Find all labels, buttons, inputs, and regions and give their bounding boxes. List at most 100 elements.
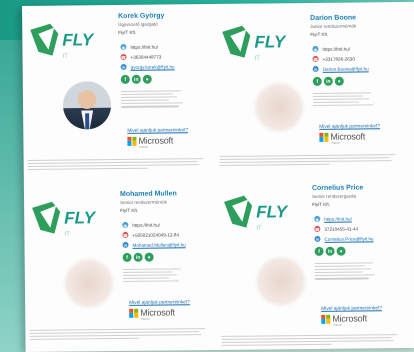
- facebook-icon[interactable]: f: [314, 246, 324, 256]
- microsoft-partner-logo: Microsoft Partner: [321, 313, 367, 327]
- website-icon[interactable]: ●: [336, 246, 346, 256]
- website-icon[interactable]: ●: [144, 252, 154, 262]
- phone-number[interactable]: +3317836-2630: [323, 56, 355, 61]
- svg-text:FLY: FLY: [64, 208, 97, 227]
- partners-link[interactable]: Mivel ajánljuk partnereinket?: [127, 128, 188, 134]
- address-block: [312, 90, 393, 108]
- microsoft-logo-icon: [319, 132, 329, 142]
- social-icons: f in ●: [120, 74, 152, 84]
- person-name: Mohamed Mullen: [119, 190, 177, 198]
- mail-icon: ✉: [312, 65, 319, 72]
- avatar: [62, 81, 112, 130]
- person-role: Ügyvezető igazgató: [118, 21, 158, 27]
- disclaimer-text: [221, 332, 403, 348]
- address-block: [120, 88, 201, 109]
- globe-icon: ◉: [314, 215, 321, 222]
- svg-text:IT: IT: [255, 56, 261, 62]
- phone-row: ☎ +505021024049-12-84: [122, 230, 179, 239]
- website-link[interactable]: https://fnit.hu/: [322, 46, 350, 51]
- email-link[interactable]: Cornelius.Price@flyit.hu: [324, 236, 373, 242]
- microsoft-logo-icon: [321, 314, 331, 324]
- avatar: [254, 83, 304, 132]
- phone-row: ☎ 37210455-41-44: [314, 224, 358, 232]
- svg-text:IT: IT: [64, 232, 70, 238]
- disclaimer-text: [29, 326, 211, 342]
- email-link[interactable]: Darion.Boone@flyit.hu: [323, 66, 369, 71]
- avatar: [256, 257, 306, 306]
- facebook-icon[interactable]: f: [312, 76, 322, 86]
- disclaimer-text: [27, 156, 210, 172]
- linkedin-icon[interactable]: in: [323, 76, 333, 86]
- avatar: [64, 259, 114, 308]
- phone-icon: ☎: [120, 53, 127, 60]
- signature-card-mullen: FLY IT Mohamed Mullen Senior rendszermér…: [24, 182, 212, 349]
- email-row: ✉ gyorgy.korek@flyit.hu: [120, 62, 175, 71]
- email-link[interactable]: Mohamed.Mullen@flyit.hu: [132, 242, 185, 248]
- website-row: ◉ https://fnit.hu/: [314, 215, 352, 223]
- signature-card-korek: FLY IT Korek György Ügyvezető igazgató F…: [22, 4, 210, 171]
- company-name: FlyIT Kft.: [312, 201, 331, 207]
- facebook-icon[interactable]: f: [122, 252, 132, 262]
- svg-text:IT: IT: [63, 54, 69, 60]
- flyit-logo: FLY IT: [30, 197, 110, 240]
- website-link[interactable]: https://fnit.hu/: [324, 216, 352, 221]
- email-row: ✉ Mohamed.Mullen@flyit.hu: [122, 240, 186, 249]
- svg-text:IT: IT: [256, 225, 262, 231]
- globe-icon: ◉: [312, 45, 319, 52]
- website-row: ◉ https://fnit.hu/: [120, 43, 158, 51]
- email-row: ✉ Cornelius.Price@flyit.hu: [314, 234, 374, 243]
- person-role: Senior rendszergazda: [311, 193, 357, 199]
- person-name: Korek György: [118, 12, 165, 20]
- flyit-logo: FLY IT: [28, 19, 108, 62]
- microsoft-partner-logo: Microsoft Partner: [319, 131, 365, 145]
- person-role: Senior rendszermérnök: [120, 199, 167, 205]
- microsoft-logo-icon: [127, 136, 137, 146]
- website-icon[interactable]: ●: [142, 74, 152, 84]
- social-icons: f in ●: [312, 76, 344, 86]
- social-icons: f in ●: [122, 252, 154, 262]
- facebook-icon[interactable]: f: [120, 74, 130, 84]
- phone-number[interactable]: +505021024049-12-84: [132, 232, 179, 237]
- signature-card-price: FLY IT Cornelius Price Senior rendszerga…: [216, 176, 404, 347]
- phone-row: ☎ +36304448773: [120, 53, 161, 61]
- microsoft-partner-logo: Microsoft Partner: [127, 135, 173, 149]
- globe-icon: ◉: [122, 221, 129, 228]
- email-row: ✉ Darion.Boone@flyit.hu: [312, 64, 369, 73]
- website-link[interactable]: https://fnit.hu/: [130, 44, 158, 49]
- phone-number[interactable]: +36304448773: [131, 54, 162, 59]
- partners-link[interactable]: Mivel ajánljuk partnereinket?: [321, 306, 382, 312]
- mail-icon: ✉: [314, 235, 321, 242]
- globe-icon: ◉: [120, 43, 127, 50]
- signature-card-boone: FLY IT Darion Boone Junior rendszermérnö…: [214, 6, 402, 173]
- flyit-logo: FLY IT: [222, 191, 302, 234]
- person-role: Junior rendszermérnök: [310, 23, 357, 29]
- svg-text:FLY: FLY: [254, 32, 287, 51]
- website-link[interactable]: https://fnit.hu/: [132, 222, 160, 227]
- partners-link[interactable]: Mivel ajánljuk partnereinket?: [319, 124, 380, 130]
- phone-icon: ☎: [122, 231, 129, 238]
- address-block: [314, 260, 395, 281]
- website-icon[interactable]: ●: [334, 76, 344, 86]
- svg-text:FLY: FLY: [256, 202, 289, 221]
- mail-icon: ✉: [122, 241, 129, 248]
- company-name: FlyIT Kft.: [118, 29, 137, 35]
- phone-number[interactable]: 37210455-41-44: [324, 226, 358, 231]
- website-row: ◉ https://fnit.hu/: [122, 221, 160, 229]
- linkedin-icon[interactable]: in: [325, 246, 335, 256]
- mail-icon: ✉: [120, 63, 127, 70]
- flyit-logo: FLY IT: [220, 21, 300, 64]
- signature-sheet: FLY IT Korek György Ügyvezető igazgató F…: [22, 1, 414, 352]
- person-name: Darion Boone: [310, 14, 357, 22]
- microsoft-partner-logo: Microsoft Partner: [129, 307, 175, 321]
- svg-text:FLY: FLY: [62, 30, 95, 49]
- linkedin-icon[interactable]: in: [131, 74, 141, 84]
- person-name: Cornelius Price: [311, 184, 364, 192]
- microsoft-logo-icon: [129, 308, 139, 318]
- email-link[interactable]: gyorgy.korek@flyit.hu: [131, 64, 175, 69]
- website-row: ◉ https://fnit.hu/: [312, 45, 350, 53]
- phone-row: ☎ +3317836-2630: [312, 55, 355, 63]
- social-icons: f in ●: [314, 246, 346, 256]
- partners-link[interactable]: Mivel ajánljuk partnereinket?: [129, 300, 190, 306]
- phone-icon: ☎: [314, 225, 321, 232]
- linkedin-icon[interactable]: in: [133, 252, 143, 262]
